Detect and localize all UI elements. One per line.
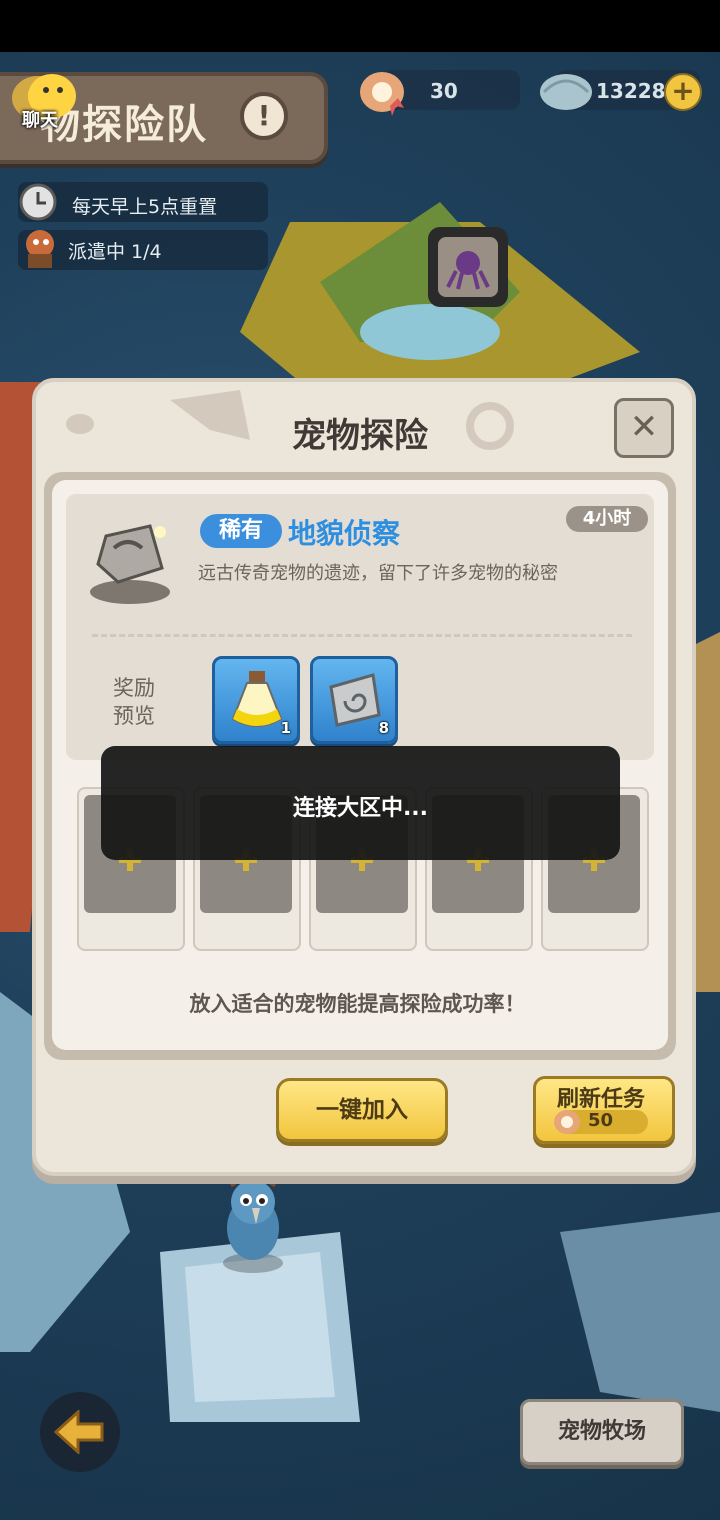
task-description: 远古传奇宠物的遗迹，留下了许多宠物的秘密 (198, 563, 558, 584)
island-building[interactable] (428, 227, 508, 307)
explorer-icon (26, 230, 54, 268)
octopus-icon (446, 251, 490, 290)
pet-character[interactable] (208, 1168, 298, 1278)
status-bar (0, 0, 720, 52)
reward-count: 1 (280, 719, 291, 737)
back-arrow-icon (54, 1410, 104, 1454)
ruins-stone-icon (90, 524, 170, 604)
reset-text: 每天早上5点重置 (72, 196, 218, 218)
toast-text: 连接大区中... (292, 796, 429, 821)
duration-badge: 4小时 (566, 506, 648, 532)
quick-join-button[interactable]: 一键加入 (276, 1078, 448, 1142)
task-name: 地貌侦察 (288, 517, 401, 550)
reward-slot-exp-potion[interactable]: 1 (212, 656, 300, 744)
add-currency-button[interactable]: + (664, 73, 702, 111)
info-button[interactable]: ! (240, 92, 288, 140)
clam-shell-icon (540, 74, 592, 110)
exp-potion-icon (231, 671, 283, 727)
pet-ranch-button[interactable]: 宠物牧场 (520, 1399, 684, 1465)
rarity-badge: 稀有 (200, 514, 282, 548)
dialog-title: 宠物探险 (292, 416, 428, 456)
pearl-amount: 30 (430, 79, 458, 103)
dispatch-text: 派遣中 1/4 (68, 241, 162, 263)
pearl-shell-icon (360, 72, 404, 116)
shell-amount: 13228 (596, 79, 666, 103)
clock-icon (19, 183, 57, 221)
chat-button-label[interactable]: 聊天 (22, 106, 58, 132)
hint-text: 放入适合的宠物能提高探险成功率！ (189, 992, 526, 1016)
reward-count: 8 (378, 719, 389, 737)
divider (92, 634, 632, 637)
pearl-shell-icon (554, 1110, 580, 1134)
close-button[interactable]: ✕ (614, 398, 674, 458)
refresh-cost: 50 (588, 1110, 614, 1131)
back-button[interactable] (40, 1392, 120, 1472)
reward-slot-fossil[interactable]: 8 (310, 656, 398, 744)
fossil-icon (329, 673, 381, 727)
reward-preview-label: 奖励 预览 (113, 676, 155, 728)
